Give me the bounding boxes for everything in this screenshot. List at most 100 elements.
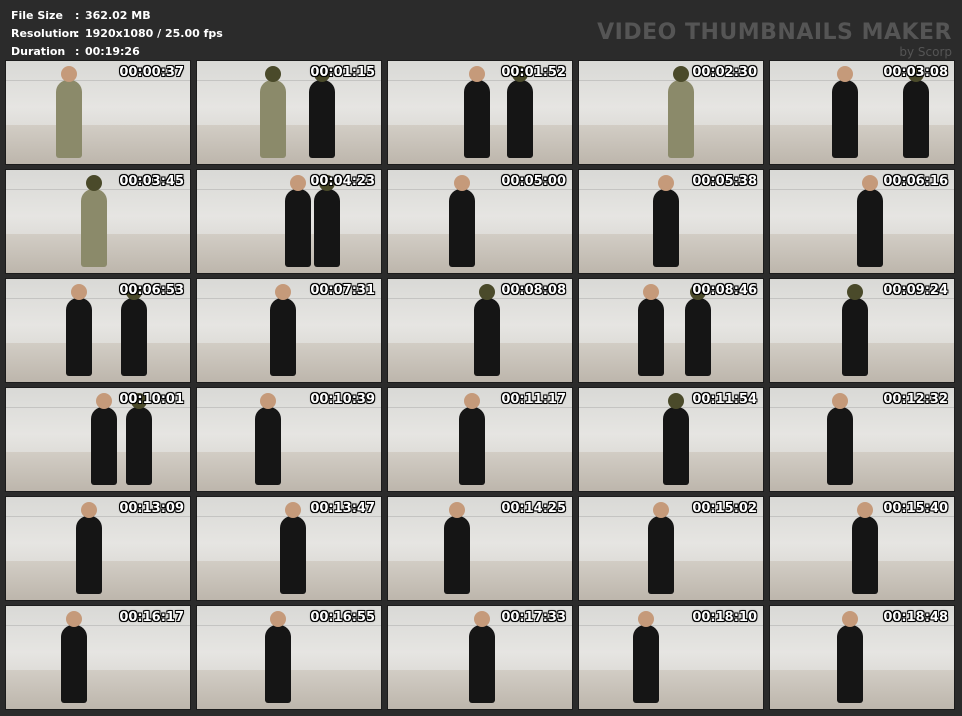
person-figure [638,284,664,376]
person-figure [832,66,858,158]
video-thumbnail: 00:08:08 [387,278,573,383]
timestamp-label: 00:07:31 [310,283,375,298]
person-figure [76,502,102,594]
floor [770,451,954,491]
person-figure [663,393,689,485]
timestamp-label: 00:08:46 [692,283,757,298]
person-figure [507,66,533,158]
floor [6,124,190,164]
file-size-row: File Size : 362.02 MB [11,7,223,25]
person-figure [827,393,853,485]
floor [6,342,190,382]
person-figure [842,284,868,376]
duration-value: 00:19:26 [85,45,140,58]
watermark-author: by Scorp [899,45,952,59]
resolution-label: Resolution [11,27,78,40]
timestamp-label: 00:05:00 [501,174,566,189]
timestamp-label: 00:06:53 [119,283,184,298]
timestamp-label: 00:10:01 [119,392,184,407]
timestamp-label: 00:03:08 [883,65,948,80]
person-figure [444,502,470,594]
floor [388,560,572,600]
video-thumbnail: 00:06:16 [769,169,955,274]
watermark-title: VIDEO THUMBNAILS MAKER [597,20,952,45]
timestamp-label: 00:12:32 [883,392,948,407]
person-figure [464,66,490,158]
duration-label: Duration [11,45,66,58]
file-info-panel: File Size : 362.02 MB Resolution : 1920x… [11,7,223,61]
video-thumbnail: 00:06:53 [5,278,191,383]
person-figure [459,393,485,485]
timestamp-label: 00:02:30 [692,65,757,80]
video-thumbnail: 00:16:17 [5,605,191,710]
timestamp-label: 00:00:37 [119,65,184,80]
video-thumbnail: 00:17:33 [387,605,573,710]
timestamp-label: 00:06:16 [883,174,948,189]
video-thumbnail: 00:18:48 [769,605,955,710]
watermark: VIDEO THUMBNAILS MAKER by Scorp [597,20,952,58]
video-thumbnail: 00:03:45 [5,169,191,274]
timestamp-label: 00:13:09 [119,501,184,516]
person-figure [309,66,335,158]
video-thumbnail: 00:05:38 [578,169,764,274]
video-thumbnail: 00:12:32 [769,387,955,492]
video-thumbnail: 00:05:00 [387,169,573,274]
video-thumbnail: 00:01:52 [387,60,573,165]
video-thumbnail: 00:16:55 [196,605,382,710]
person-figure [648,502,674,594]
timestamp-label: 00:11:54 [692,392,757,407]
person-figure [653,175,679,267]
person-figure [857,175,883,267]
timestamp-label: 00:10:39 [310,392,375,407]
resolution-row: Resolution : 1920x1080 / 25.00 fps [11,25,223,43]
video-thumbnail: 00:03:08 [769,60,955,165]
timestamp-label: 00:18:48 [883,610,948,625]
video-thumbnail: 00:08:46 [578,278,764,383]
video-thumbnail: 00:10:39 [196,387,382,492]
timestamp-label: 00:14:25 [501,501,566,516]
person-figure [265,611,291,703]
floor [579,342,763,382]
person-figure [685,284,711,376]
separator: : [75,45,80,58]
person-figure [61,611,87,703]
video-thumbnail: 00:09:24 [769,278,955,383]
file-size-label: File Size [11,9,63,22]
video-thumbnail: 00:11:17 [387,387,573,492]
video-thumbnail: 00:11:54 [578,387,764,492]
file-size-value: 362.02 MB [85,9,151,22]
person-figure [260,66,286,158]
timestamp-label: 00:08:08 [501,283,566,298]
video-thumbnail: 00:14:25 [387,496,573,601]
thumbnail-grid: 00:00:37 00:01:15 00:01:52 00:02:30 00:03:08… [5,60,955,710]
person-figure [314,175,340,267]
timestamp-label: 00:01:52 [501,65,566,80]
timestamp-label: 00:16:17 [119,610,184,625]
person-figure [270,284,296,376]
video-thumbnail: 00:04:23 [196,169,382,274]
video-thumbnail: 00:18:10 [578,605,764,710]
timestamp-label: 00:04:23 [310,174,375,189]
video-thumbnail: 00:02:30 [578,60,764,165]
separator: : [75,27,80,40]
person-figure [66,284,92,376]
video-thumbnail: 00:01:15 [196,60,382,165]
person-figure [469,611,495,703]
person-figure [668,66,694,158]
separator: : [75,9,80,22]
floor [6,669,190,709]
timestamp-label: 00:15:02 [692,501,757,516]
person-figure [837,611,863,703]
person-figure [474,284,500,376]
timestamp-label: 00:13:47 [310,501,375,516]
resolution-value: 1920x1080 / 25.00 fps [85,27,223,40]
person-figure [121,284,147,376]
person-figure [852,502,878,594]
timestamp-label: 00:11:17 [501,392,566,407]
person-figure [91,393,117,485]
person-figure [903,66,929,158]
person-figure [81,175,107,267]
timestamp-label: 00:16:55 [310,610,375,625]
video-thumbnail: 00:15:40 [769,496,955,601]
floor [197,451,381,491]
